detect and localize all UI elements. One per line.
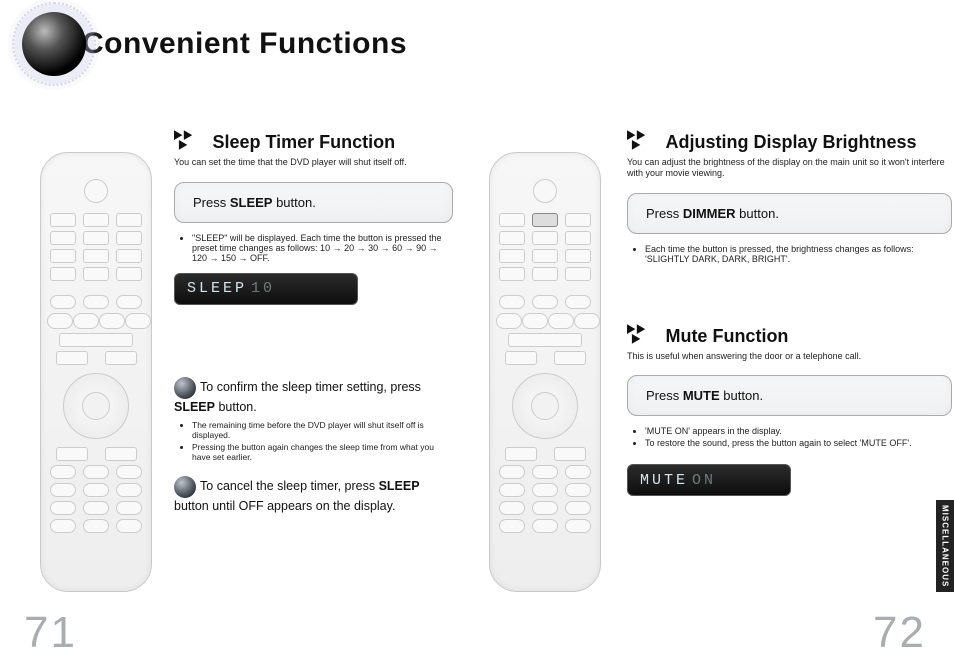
section-mute-sub: This is useful when answering the door o… <box>627 351 952 362</box>
remote-illustration-left <box>40 152 152 592</box>
page-header: Convenient Functions <box>22 12 407 76</box>
page-number-left: 71 <box>24 608 77 658</box>
instr1-note-1: The remaining time before the DVD player… <box>192 420 453 440</box>
stepB-prefix: Press <box>646 388 683 403</box>
right-content: Adjusting Display Brightness You can adj… <box>627 130 952 496</box>
page-spread: Sleep Timer Function You can set the tim… <box>0 110 954 610</box>
to-label2: To <box>200 479 217 493</box>
page-number-right: 72 <box>873 608 926 658</box>
lcd-sleep-text: SLEEP <box>187 280 247 297</box>
instr2-mid: cancel the sleep timer, press <box>217 479 379 493</box>
instr1-note-2: Pressing the button again changes the sl… <box>192 442 453 462</box>
instr2-end: button until OFF appears on the display. <box>174 499 395 513</box>
section-sleep-title: Sleep Timer Function <box>212 132 395 152</box>
lcd-mute-text: MUTE <box>640 472 688 489</box>
mute-notes: 'MUTE ON' appears in the display. To res… <box>627 426 952 448</box>
instr1-mid: confirm the sleep timer setting, press <box>217 380 421 394</box>
page-71: Sleep Timer Function You can set the tim… <box>0 110 463 610</box>
sleep-notes: "SLEEP" will be displayed. Each time the… <box>174 233 453 263</box>
step-press-sleep: Press SLEEP button. <box>174 182 453 223</box>
step-text-prefix: Press <box>193 195 230 210</box>
dimmer-notes: Each time the button is pressed, the bri… <box>627 244 952 264</box>
arrow-bullet-icon <box>627 324 655 344</box>
section-mute-header: Mute Function This is useful when answer… <box>627 324 952 362</box>
sphere-bullet-icon <box>174 377 196 399</box>
lcd-mute: MUTE ON <box>627 464 791 496</box>
section-dimmer-sub: You can adjust the brightness of the dis… <box>627 157 952 179</box>
dimmer-note-1: Each time the button is pressed, the bri… <box>645 244 952 264</box>
page-72: Adjusting Display Brightness You can adj… <box>463 110 954 610</box>
section-dimmer-header: Adjusting Display Brightness You can adj… <box>627 130 952 179</box>
lcd-sleep: SLEEP 10 <box>174 273 358 305</box>
sleep-note-1: "SLEEP" will be displayed. Each time the… <box>192 233 453 263</box>
section-sleep-sub: You can set the time that the DVD player… <box>174 157 453 168</box>
stepA-prefix: Press <box>646 206 683 221</box>
sphere-bullet-icon <box>174 476 196 498</box>
side-tab-miscellaneous: MISCELLANEOUS <box>936 500 954 592</box>
stepA-suffix: button. <box>736 206 779 221</box>
step-text-suffix: button. <box>272 195 315 210</box>
stepA-bold: DIMMER <box>683 206 736 221</box>
mute-note-1: 'MUTE ON' appears in the display. <box>645 426 952 436</box>
stepB-suffix: button. <box>720 388 763 403</box>
left-content: Sleep Timer Function You can set the tim… <box>174 130 453 515</box>
arrow-bullet-icon <box>174 130 202 150</box>
arrow-bullet-icon <box>627 130 655 150</box>
lcd-mute-value: ON <box>692 472 716 489</box>
section-dimmer-title: Adjusting Display Brightness <box>665 132 916 152</box>
instr-cancel-sleep: To cancel the sleep timer, press SLEEP b… <box>174 476 453 515</box>
instr1-bold: SLEEP <box>174 400 215 414</box>
remote-illustration-right <box>489 152 601 592</box>
step-text-bold: SLEEP <box>230 195 273 210</box>
step-press-mute: Press MUTE button. <box>627 375 952 416</box>
stepB-bold: MUTE <box>683 388 720 403</box>
mute-note-2: To restore the sound, press the button a… <box>645 438 952 448</box>
instr1-notes: The remaining time before the DVD player… <box>174 420 453 462</box>
step-press-dimmer: Press DIMMER button. <box>627 193 952 234</box>
section-mute-title: Mute Function <box>665 326 788 346</box>
to-label: To <box>200 380 217 394</box>
lcd-sleep-value: 10 <box>251 280 275 297</box>
instr-confirm-sleep: To confirm the sleep timer setting, pres… <box>174 377 453 416</box>
header-orb-icon <box>22 12 86 76</box>
instr1-end: button. <box>215 400 257 414</box>
instr2-bold: SLEEP <box>379 479 420 493</box>
page-title: Convenient Functions <box>82 27 407 61</box>
section-sleep-header: Sleep Timer Function You can set the tim… <box>174 130 453 168</box>
